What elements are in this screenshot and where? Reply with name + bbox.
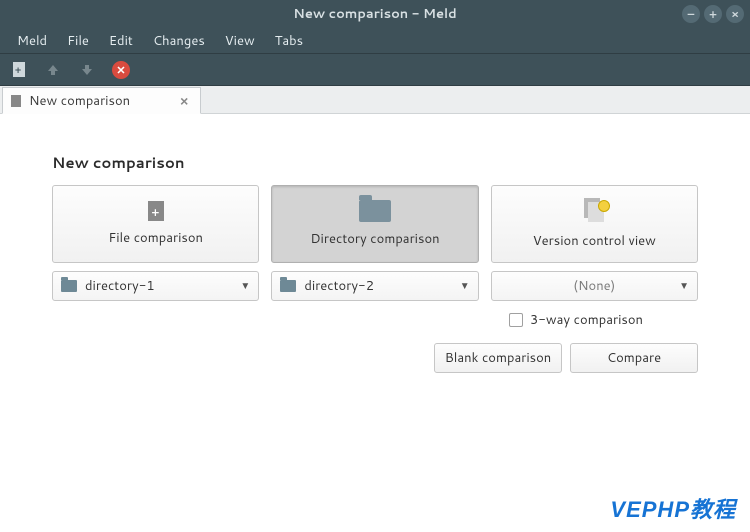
tab-label: New comparison: [29, 92, 130, 110]
menu-view[interactable]: View: [216, 29, 264, 53]
checkbox-icon: [509, 313, 523, 327]
watermark: VEPHP教程: [610, 492, 736, 524]
chevron-down-icon: ▼: [460, 279, 470, 293]
version-control-button[interactable]: Version control view: [491, 185, 698, 263]
file-comparison-button[interactable]: File comparison: [52, 185, 259, 263]
directory-picker-middle[interactable]: directory-2 ▼: [271, 271, 478, 301]
checkbox-label: 3-way comparison: [530, 311, 643, 329]
threeway-checkbox[interactable]: 3-way comparison: [509, 311, 643, 329]
blank-comparison-button[interactable]: Blank comparison: [434, 343, 562, 373]
arrow-down-button: [78, 61, 96, 79]
new-doc-button[interactable]: [10, 61, 28, 79]
tab-close-button[interactable]: ×: [178, 93, 190, 109]
picker-row: directory-1 ▼ directory-2 ▼ (None) ▼: [52, 271, 698, 301]
maximize-button[interactable]: +: [704, 5, 722, 23]
folder-icon: [61, 280, 77, 292]
menubar: Meld File Edit Changes View Tabs: [0, 28, 750, 54]
file-plus-icon: [148, 201, 164, 221]
chevron-down-icon: ▼: [240, 279, 250, 293]
menu-meld[interactable]: Meld: [8, 29, 56, 53]
document-icon: [11, 95, 21, 107]
close-window-button[interactable]: ×: [726, 5, 744, 23]
directory-picker-right[interactable]: (None) ▼: [491, 271, 698, 301]
window-controls: – + ×: [682, 0, 744, 28]
titlebar: New comparison - Meld – + ×: [0, 0, 750, 28]
picker-value: (None): [573, 277, 615, 295]
window-title: New comparison - Meld: [293, 5, 456, 23]
document-plus-icon: [13, 62, 25, 77]
page-heading: New comparison: [52, 152, 698, 173]
compare-button[interactable]: Compare: [570, 343, 698, 373]
mode-selector-row: File comparison Directory comparison Ver…: [52, 185, 698, 263]
arrow-down-icon: [80, 63, 94, 77]
stop-button[interactable]: ✕: [112, 61, 130, 79]
menu-changes[interactable]: Changes: [144, 29, 214, 53]
menu-tabs[interactable]: Tabs: [266, 29, 312, 53]
directory-picker-left[interactable]: directory-1 ▼: [52, 271, 259, 301]
tabstrip: New comparison ×: [0, 86, 750, 114]
folder-icon: [359, 200, 391, 222]
picker-value: directory-1: [85, 277, 155, 295]
picker-value: directory-2: [304, 277, 374, 295]
folder-icon: [280, 280, 296, 292]
version-control-icon: [580, 198, 608, 224]
threeway-row: 3-way comparison: [52, 311, 698, 329]
menu-edit[interactable]: Edit: [100, 29, 142, 53]
arrow-up-button: [44, 61, 62, 79]
menu-file[interactable]: File: [58, 29, 98, 53]
tab-new-comparison[interactable]: New comparison ×: [2, 87, 201, 114]
arrow-up-icon: [46, 63, 60, 77]
action-row: Blank comparison Compare: [52, 343, 698, 373]
mode-label: Directory comparison: [310, 230, 439, 248]
minimize-button[interactable]: –: [682, 5, 700, 23]
close-red-icon: ✕: [112, 61, 130, 79]
chevron-down-icon: ▼: [679, 279, 689, 293]
mode-label: File comparison: [108, 229, 203, 247]
mode-label: Version control view: [533, 232, 656, 250]
directory-comparison-button[interactable]: Directory comparison: [271, 185, 478, 263]
content-area: New comparison File comparison Directory…: [0, 114, 750, 373]
toolbar: ✕: [0, 54, 750, 86]
